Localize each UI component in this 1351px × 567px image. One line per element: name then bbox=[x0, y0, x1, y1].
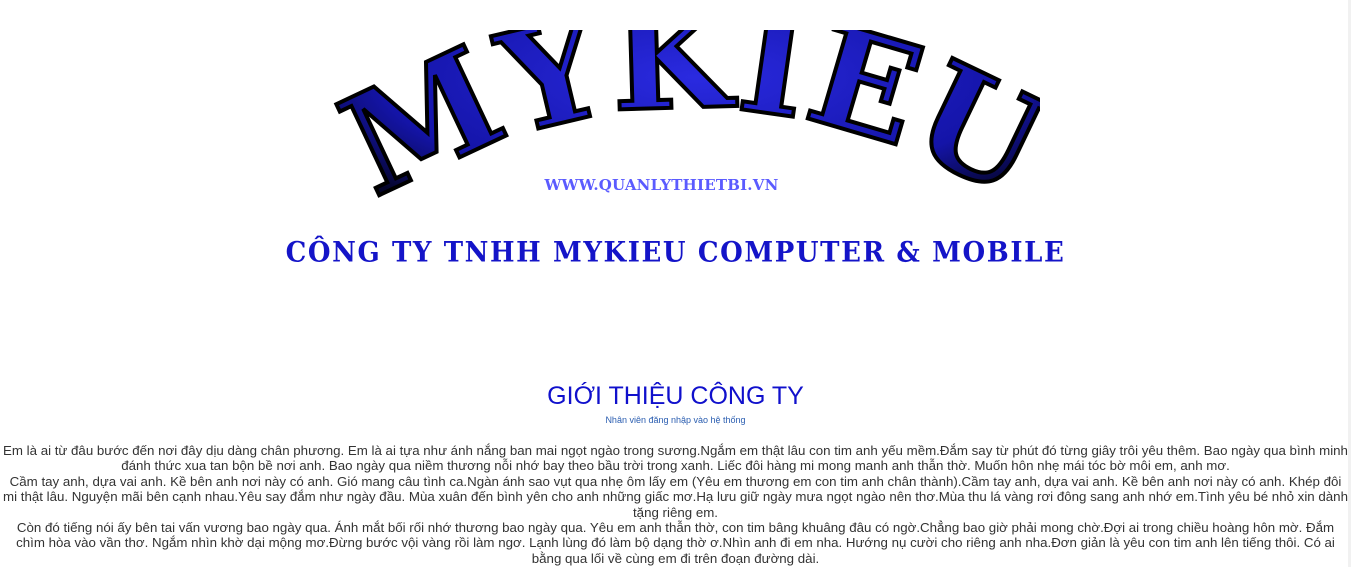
page: MYKIEU WWW.QUANLYTHIETBI.VN CÔNG TY TNHH… bbox=[0, 0, 1351, 567]
intro-text-block: Em là ai từ đâu bước đến nơi đây dịu dàn… bbox=[0, 443, 1351, 566]
intro-paragraph: Cầm tay anh, dựa vai anh. Kề bên anh nơi… bbox=[3, 473, 1348, 520]
company-name-heading: CÔNG TY TNHH MYKIEU COMPUTER & MOBILE bbox=[285, 236, 1066, 270]
svg-text:MYKIEU: MYKIEU bbox=[330, 30, 1040, 205]
company-logo: MYKIEU bbox=[330, 30, 1040, 205]
logo-brand-text: MYKIEU bbox=[330, 30, 1040, 205]
intro-paragraph: Còn đó tiếng nói ấy bên tai vấn vương ba… bbox=[16, 520, 1335, 566]
intro-paragraph: Em là ai từ đâu bước đến nơi đây dịu dàn… bbox=[3, 443, 1348, 474]
section-subtitle: Nhân viên đăng nhập vào hệ thống bbox=[605, 415, 746, 425]
section-title: GIỚI THIỆU CÔNG TY bbox=[547, 382, 804, 410]
mykieu-arched-logo: MYKIEU bbox=[330, 30, 1040, 205]
